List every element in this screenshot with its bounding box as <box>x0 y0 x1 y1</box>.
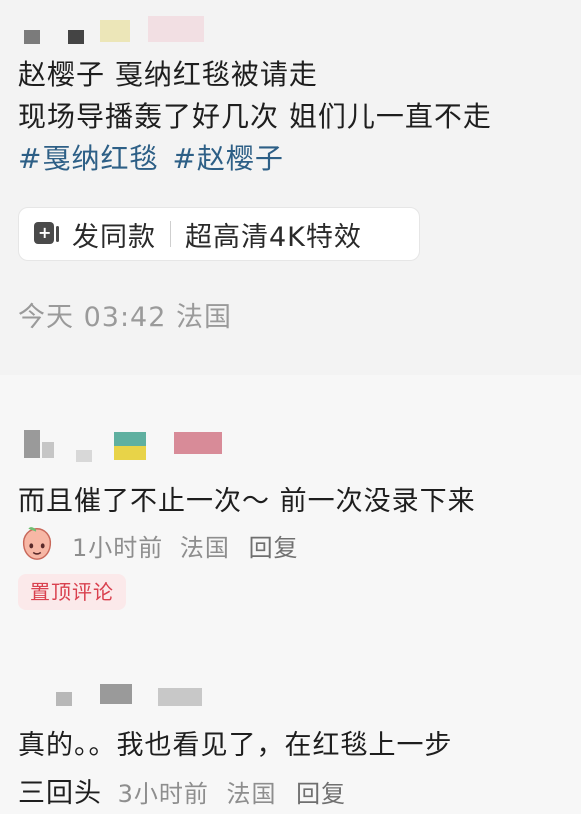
comment-location: 法国 <box>179 534 230 562</box>
comment-text: 而且催了不止一次～ 前一次没录下来 <box>18 486 476 517</box>
same-style-button[interactable]: + 发同款 超高清4K特效 <box>18 207 420 261</box>
pinned-comment-badge: 置顶评论 <box>18 574 126 610</box>
blurred-username <box>158 688 202 706</box>
blurred-username <box>24 30 40 44</box>
blurred-username <box>24 430 40 458</box>
post-timestamp: 今天 03:42 法国 <box>18 302 232 333</box>
blurred-username <box>100 20 130 42</box>
same-style-label: 发同款 <box>72 221 156 253</box>
comment-location: 法国 <box>226 780 277 808</box>
post-line-2: 现场导播轰了好几次 姐们儿一直不走 <box>18 100 492 133</box>
effect-label: 超高清4K特效 <box>185 221 362 253</box>
hashtag-link[interactable]: #戛纳红毯 <box>18 142 158 175</box>
comment-time: 1小时前 <box>72 534 164 562</box>
hashtag-link[interactable]: #赵樱子 <box>172 142 283 175</box>
post-body: 赵樱子 戛纳红毯被请走 现场导播轰了好几次 姐们儿一直不走 #戛纳红毯 #赵樱子 <box>18 54 568 180</box>
divider <box>170 221 171 247</box>
comment-item: 而且催了不止一次～ 前一次没录下来 1小时前 法国 回复 置顶评论 <box>0 420 581 660</box>
post-line-1: 赵樱子 戛纳红毯被请走 <box>18 58 318 91</box>
comment-meta: 1小时前 法国 回复 <box>72 528 299 563</box>
comment-text-tail: 三回头 <box>18 778 102 809</box>
blurred-username <box>76 450 92 462</box>
reply-button[interactable]: 回复 <box>249 534 299 562</box>
reply-button[interactable]: 回复 <box>296 780 346 808</box>
comment-text-line-2: 三回头 3小时前 法国 回复 <box>18 774 346 814</box>
blurred-username <box>148 16 204 42</box>
comment-time: 3小时前 <box>117 780 209 808</box>
comment-text: 真的。。我也看见了，在红毯上一步 <box>18 730 453 761</box>
blurred-username <box>100 684 132 704</box>
blurred-username <box>114 446 146 460</box>
blurred-username <box>174 432 222 454</box>
blurred-username <box>114 432 146 446</box>
sticker-plus-icon: + <box>34 220 60 248</box>
peach-face-icon <box>22 527 52 560</box>
blurred-username <box>42 442 54 458</box>
post-card: 赵樱子 戛纳红毯被请走 现场导播轰了好几次 姐们儿一直不走 #戛纳红毯 #赵樱子 … <box>0 0 581 375</box>
blurred-username <box>56 692 72 706</box>
blurred-username <box>68 30 84 44</box>
comment-item: 真的。。我也看见了，在红毯上一步 三回头 3小时前 法国 回复 <box>0 678 581 811</box>
hashtag-row: #戛纳红毯 #赵樱子 <box>18 138 568 180</box>
